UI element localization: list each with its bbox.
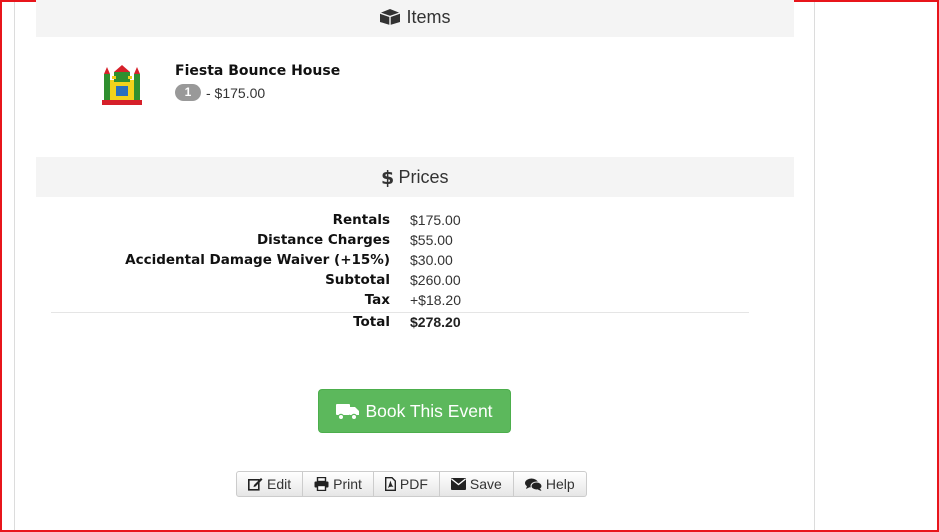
help-button[interactable]: Help bbox=[513, 471, 587, 497]
item-price: - $175.00 bbox=[206, 84, 266, 101]
prices-section-header: $ Prices bbox=[36, 157, 794, 197]
edit-icon bbox=[248, 478, 263, 491]
price-row: Rentals $175.00 bbox=[36, 212, 794, 232]
book-event-label: Book This Event bbox=[365, 400, 493, 421]
save-button[interactable]: Save bbox=[439, 471, 514, 497]
price-row: Tax +$18.20 bbox=[36, 292, 794, 312]
box-icon bbox=[380, 9, 401, 25]
dollar-icon: $ bbox=[381, 167, 393, 187]
save-label: Save bbox=[469, 476, 502, 492]
left-divider bbox=[14, 2, 15, 530]
item-name: Fiesta Bounce House bbox=[175, 63, 341, 79]
pdf-icon bbox=[384, 477, 396, 491]
print-label: Print bbox=[333, 476, 362, 492]
price-row: Distance Charges $55.00 bbox=[36, 232, 794, 252]
truck-icon bbox=[336, 403, 360, 420]
book-event-button[interactable]: Book This Event bbox=[318, 389, 511, 433]
price-label: Rentals bbox=[332, 212, 390, 228]
total-row: Total $278.20 bbox=[36, 314, 794, 334]
action-button-group: Edit Print PDF Save Help bbox=[236, 471, 587, 497]
svg-text:$: $ bbox=[381, 167, 393, 187]
item-quantity-line: 1 - $175.00 bbox=[175, 84, 265, 101]
edit-button[interactable]: Edit bbox=[236, 471, 304, 497]
total-value: $278.20 bbox=[410, 314, 461, 330]
price-label: Distance Charges bbox=[256, 232, 390, 248]
price-row: Accidental Damage Waiver (+15%) $30.00 bbox=[36, 252, 794, 272]
price-value: $260.00 bbox=[410, 272, 461, 288]
price-row: Subtotal $260.00 bbox=[36, 272, 794, 292]
comments-icon bbox=[524, 478, 542, 491]
items-section-title: Items bbox=[406, 6, 451, 27]
print-icon bbox=[314, 477, 329, 491]
total-label: Total bbox=[353, 314, 390, 330]
price-label: Tax bbox=[364, 292, 390, 308]
quantity-badge: 1 bbox=[175, 84, 201, 101]
edit-label: Edit bbox=[267, 476, 292, 492]
total-divider bbox=[51, 312, 749, 313]
envelope-icon bbox=[450, 478, 466, 490]
price-label: Subtotal bbox=[325, 272, 390, 288]
prices-section-title: Prices bbox=[398, 166, 449, 187]
price-value: $30.00 bbox=[410, 252, 453, 268]
price-label: Accidental Damage Waiver (+15%) bbox=[125, 252, 390, 268]
bounce-house-image[interactable] bbox=[100, 64, 144, 108]
right-divider bbox=[814, 2, 815, 530]
price-value: $55.00 bbox=[410, 232, 453, 248]
pdf-button[interactable]: PDF bbox=[373, 471, 440, 497]
help-label: Help bbox=[545, 476, 575, 492]
price-value: +$18.20 bbox=[410, 292, 461, 308]
price-value: $175.00 bbox=[410, 212, 461, 228]
print-button[interactable]: Print bbox=[303, 471, 374, 497]
items-section-header: Items bbox=[36, 0, 794, 37]
pdf-label: PDF bbox=[399, 476, 428, 492]
